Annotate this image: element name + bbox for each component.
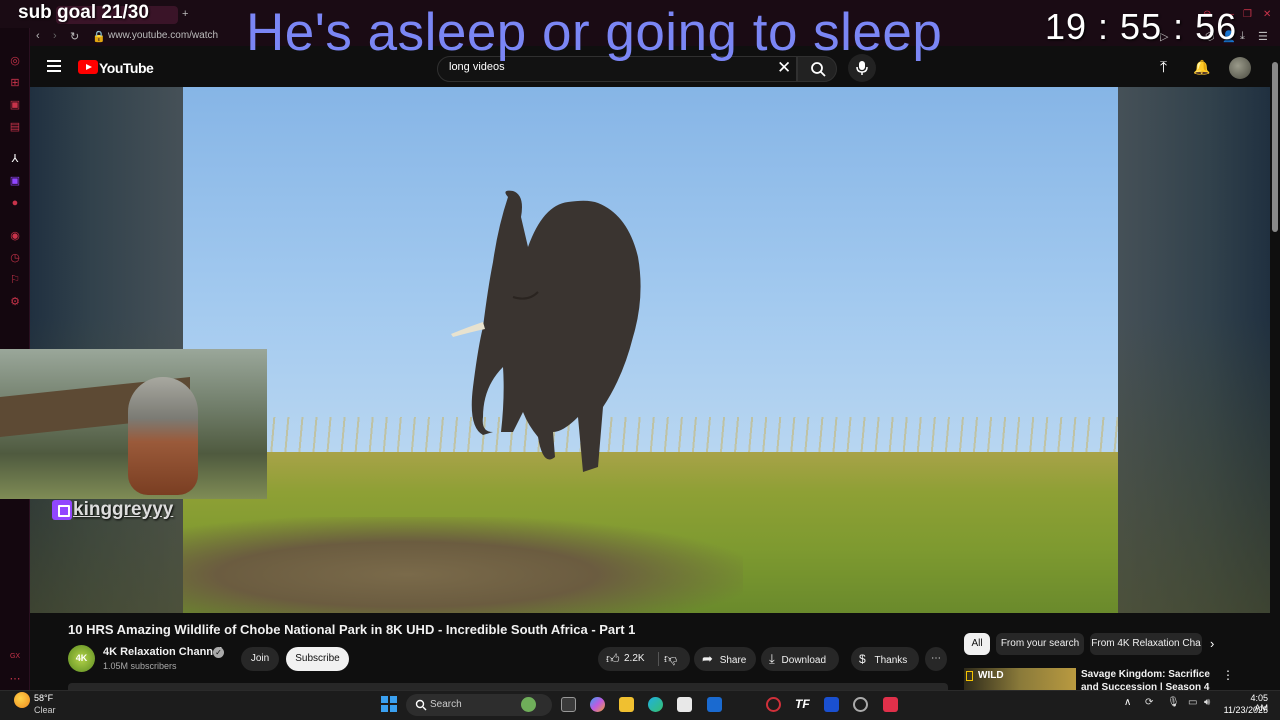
subscriber-count: 1.05M subscribers: [103, 661, 177, 671]
share-label: Share: [719, 655, 747, 666]
more-actions-button[interactable]: ⋯: [925, 647, 947, 671]
join-button[interactable]: Join: [241, 647, 279, 671]
tf-app-icon[interactable]: TF: [795, 697, 810, 712]
weather-icon[interactable]: [14, 692, 30, 708]
twitch-icon: [52, 500, 72, 520]
file-explorer-icon[interactable]: [619, 697, 634, 712]
copilot-icon[interactable]: [590, 697, 605, 712]
gx-icon[interactable]: GX: [8, 650, 22, 664]
video-title: 10 HRS Amazing Wildlife of Chobe Nationa…: [68, 622, 636, 637]
bookmarks-icon[interactable]: ⚐: [8, 273, 22, 287]
downloads-icon[interactable]: ⤓: [1240, 30, 1245, 43]
description-box[interactable]: [68, 683, 948, 690]
chevron-right-icon[interactable]: ›: [1210, 636, 1214, 651]
chip-all[interactable]: All: [964, 633, 990, 655]
workspace-icon[interactable]: ▤: [8, 120, 22, 134]
app-blue-icon[interactable]: [824, 697, 839, 712]
tray-overflow-icon[interactable]: ∧: [1124, 697, 1131, 708]
outlook-icon[interactable]: [707, 697, 722, 712]
share-icon: ➦: [702, 651, 713, 666]
youtube-logo-text[interactable]: YouTube: [99, 60, 154, 76]
hamburger-menu-icon[interactable]: [47, 60, 61, 72]
weather-condition[interactable]: Clear: [34, 705, 56, 715]
stream-clock: 19 : 55 : 56: [1045, 6, 1238, 47]
webcam-avatar-character: [128, 377, 198, 495]
windows-taskbar: [0, 690, 1280, 720]
subscribe-button[interactable]: Subscribe: [286, 647, 349, 671]
like-count[interactable]: 2.2K: [624, 647, 645, 671]
recommendation-menu-icon[interactable]: ⋮: [1222, 668, 1234, 682]
chip-from-your-search[interactable]: From your search: [996, 633, 1084, 655]
download-label: Download: [781, 655, 827, 666]
opera-gx-icon[interactable]: [853, 697, 868, 712]
tiktok-icon[interactable]: [883, 697, 898, 712]
channel-avatar[interactable]: 4K: [68, 645, 95, 672]
player-icon[interactable]: ◉: [8, 229, 22, 243]
shopping-icon[interactable]: ⊞: [8, 76, 22, 90]
notifications-bell-icon[interactable]: 🔔: [1193, 59, 1210, 76]
forward-icon[interactable]: ›: [53, 30, 57, 42]
thanks-icon: $: [859, 652, 866, 666]
natgeo-frame-icon: [966, 671, 973, 681]
like-icon[interactable]: 👍︎: [606, 647, 620, 671]
share-button[interactable]: ➦ Share: [694, 647, 756, 671]
windows-start-icon[interactable]: [381, 696, 397, 712]
channel-name[interactable]: 4K Relaxation Channel: [103, 646, 222, 658]
messenger-icon[interactable]: ▣: [8, 98, 22, 112]
maximize-icon[interactable]: ❐: [1243, 9, 1252, 20]
edge-icon[interactable]: [648, 697, 663, 712]
download-button[interactable]: ⤓ Download: [761, 647, 839, 671]
back-icon[interactable]: ‹: [36, 30, 40, 42]
weather-temperature[interactable]: 58°F: [34, 693, 53, 703]
scrollbar-thumb[interactable]: [1272, 62, 1278, 232]
taskbar-search-label[interactable]: Search: [430, 699, 462, 710]
search-highlight-icon: [521, 697, 536, 712]
new-tab-button[interactable]: +: [182, 8, 188, 20]
thanks-button[interactable]: $ Thanks: [851, 647, 919, 671]
thumbnail-label: WILD: [978, 670, 1004, 681]
thanks-label: Thanks: [874, 655, 908, 666]
like-dislike-group[interactable]: 👍︎ 2.2K 👎︎: [598, 647, 690, 671]
taskbar-search-icon: [415, 699, 427, 711]
verified-check-icon: ✓: [213, 647, 224, 658]
easy-setup-icon[interactable]: ☰: [1258, 30, 1268, 43]
streamer-name: kinggreyyy: [73, 499, 174, 520]
dislike-icon[interactable]: 👎︎: [664, 647, 677, 671]
settings-icon[interactable]: ⚙: [8, 295, 22, 309]
account-avatar[interactable]: [1229, 57, 1251, 79]
lock-icon: 🔒: [92, 31, 106, 43]
display-icon[interactable]: ▭: [1188, 697, 1197, 708]
taskbar-date[interactable]: 11/23/2025: [1222, 705, 1268, 715]
like-divider: [658, 652, 659, 666]
reload-icon[interactable]: ↻: [70, 30, 79, 43]
aria-icon[interactable]: ◎: [8, 54, 22, 68]
download-icon: ⤓: [769, 651, 775, 666]
screen: + ⊖ — ❐ ✕ ‹ › ↻ 🔒 www.youtube.com/watch …: [0, 0, 1280, 720]
sync-icon[interactable]: ⟳: [1145, 697, 1153, 708]
task-view-icon[interactable]: [561, 697, 576, 712]
store-icon[interactable]: [677, 697, 692, 712]
close-window-icon[interactable]: ✕: [1263, 9, 1271, 20]
chip-from-channel[interactable]: From 4K Relaxation Cha: [1090, 633, 1202, 655]
create-upload-icon[interactable]: ⤒: [1160, 59, 1167, 77]
recommendation-title[interactable]: Savage Kingdom: Sacrifice and Succession…: [1081, 668, 1216, 690]
history-icon[interactable]: ◷: [8, 251, 22, 265]
sidebar-more-icon[interactable]: ⋯: [8, 672, 22, 686]
opera-icon[interactable]: [766, 697, 781, 712]
stream-caption: He's asleep or going to sleep: [246, 3, 943, 62]
twitch-sidebar-icon[interactable]: ▣: [8, 174, 22, 188]
mic-tray-icon[interactable]: 🎙︎: [1167, 697, 1180, 708]
search-icon: [811, 62, 826, 77]
elephant-figure: [451, 190, 641, 472]
youtube-sidebar-icon[interactable]: ●: [8, 196, 22, 210]
url-field[interactable]: www.youtube.com/watch: [108, 30, 218, 41]
apps-icon[interactable]: ⅄: [8, 152, 22, 166]
video-player[interactable]: [183, 87, 1118, 613]
volume-icon[interactable]: 🔊︎: [1204, 697, 1210, 708]
sub-goal-overlay: sub goal 21/30: [18, 2, 149, 23]
youtube-logo-icon[interactable]: [78, 60, 98, 74]
streamer-webcam: [0, 349, 267, 499]
